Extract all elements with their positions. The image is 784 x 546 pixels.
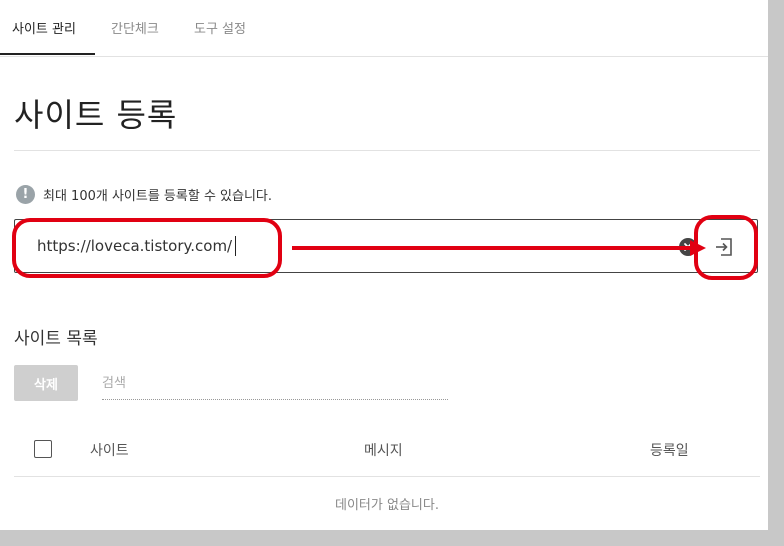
annotation-arrow [292, 240, 706, 256]
